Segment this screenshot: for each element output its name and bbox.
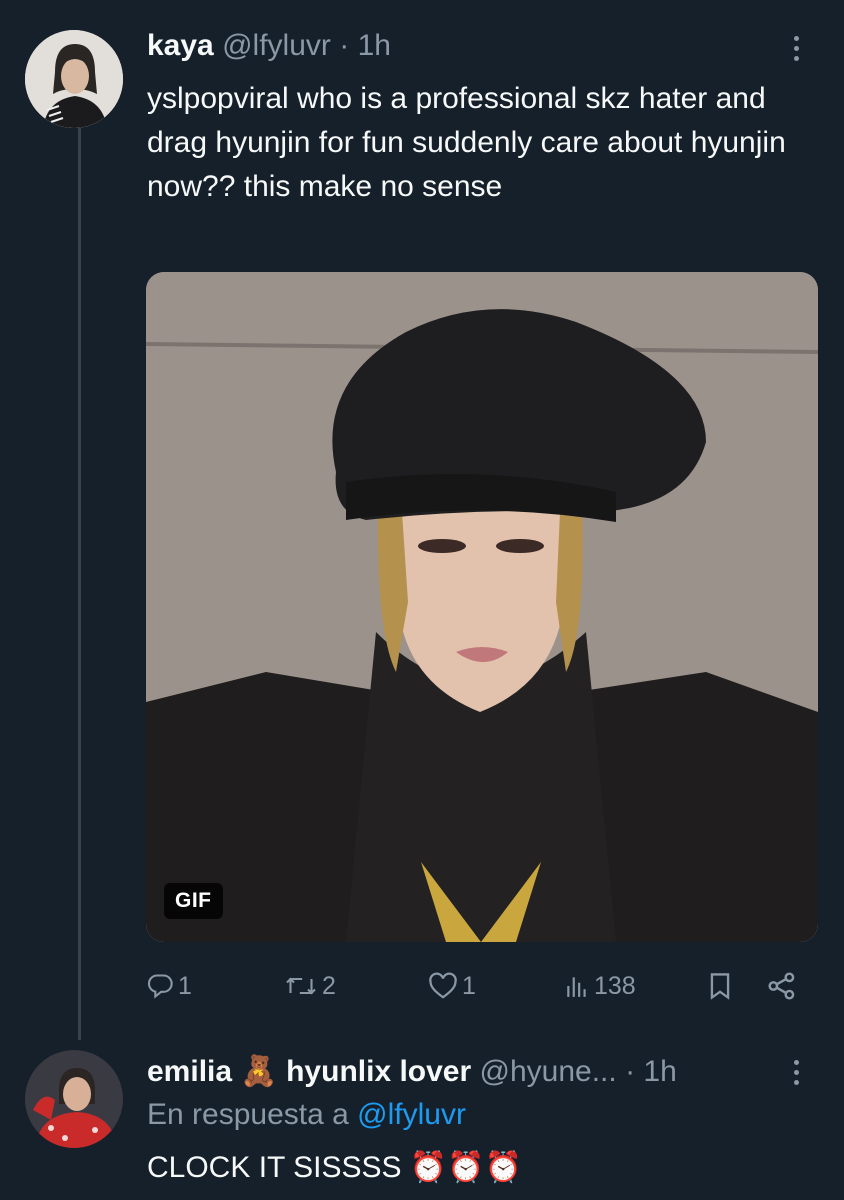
avatar[interactable] — [25, 1050, 123, 1148]
teddy-bear-emoji: 🧸 — [240, 1055, 278, 1088]
separator: · — [625, 1055, 636, 1088]
repost-icon — [286, 977, 316, 995]
separator: · — [339, 29, 350, 62]
timestamp[interactable]: 1h — [643, 1055, 676, 1088]
tweet-kaya[interactable]: kaya @lfyluvr · 1h yslpopviral who is a … — [0, 0, 844, 1040]
tweet-header: emilia 🧸 hyunlix lover @hyune... · 1h — [147, 1054, 677, 1090]
thread-line — [78, 128, 81, 1040]
display-name-text: emilia — [147, 1055, 233, 1088]
views-icon — [567, 977, 586, 997]
timestamp[interactable]: 1h — [358, 29, 391, 62]
reply-count: 1 — [178, 971, 192, 1000]
more-icon[interactable] — [791, 1054, 801, 1090]
user-handle[interactable]: @lfyluvr — [222, 29, 331, 62]
action-bar: 1 2 1 138 — [146, 962, 818, 1010]
reply-button[interactable]: 1 — [146, 962, 192, 1010]
like-count: 1 — [462, 971, 476, 1000]
views-button[interactable]: 138 — [564, 962, 636, 1010]
share-button[interactable] — [766, 962, 798, 1010]
reply-prefix: En respuesta a — [147, 1098, 349, 1131]
avatar[interactable] — [25, 30, 123, 128]
tweet-text: CLOCK IT SISSSS ⏰⏰⏰ — [147, 1150, 522, 1185]
gif-media[interactable]: GIF — [146, 272, 818, 942]
gif-image — [146, 272, 818, 942]
repost-count: 2 — [322, 971, 336, 1000]
tweet-emilia[interactable]: emilia 🧸 hyunlix lover @hyune... · 1h En… — [0, 1040, 844, 1200]
display-name-suffix: hyunlix lover — [286, 1055, 472, 1088]
share-icon — [768, 972, 795, 1000]
heart-icon — [429, 972, 457, 999]
alarm-clock-emojis: ⏰⏰⏰ — [409, 1151, 522, 1184]
repost-button[interactable]: 2 — [284, 962, 336, 1010]
user-handle[interactable]: @hyune... — [480, 1055, 617, 1088]
tweet-text-body: CLOCK IT SISSSS — [147, 1151, 402, 1184]
tweet-text: yslpopviral who is a professional skz ha… — [147, 82, 786, 203]
bookmark-button[interactable] — [706, 962, 734, 1010]
reply-context: En respuesta a @lfyluvr — [147, 1098, 466, 1132]
reply-icon — [147, 974, 173, 999]
like-button[interactable]: 1 — [428, 962, 476, 1010]
view-count: 138 — [594, 971, 636, 1000]
display-name[interactable]: emilia 🧸 hyunlix lover — [147, 1055, 480, 1088]
display-name[interactable]: kaya — [147, 29, 214, 62]
tweet-header: kaya @lfyluvr · 1h — [147, 28, 391, 64]
reply-mention-link[interactable]: @lfyluvr — [357, 1098, 466, 1131]
gif-badge: GIF — [164, 883, 223, 919]
more-icon[interactable] — [791, 30, 801, 66]
bookmark-icon — [710, 973, 730, 1000]
